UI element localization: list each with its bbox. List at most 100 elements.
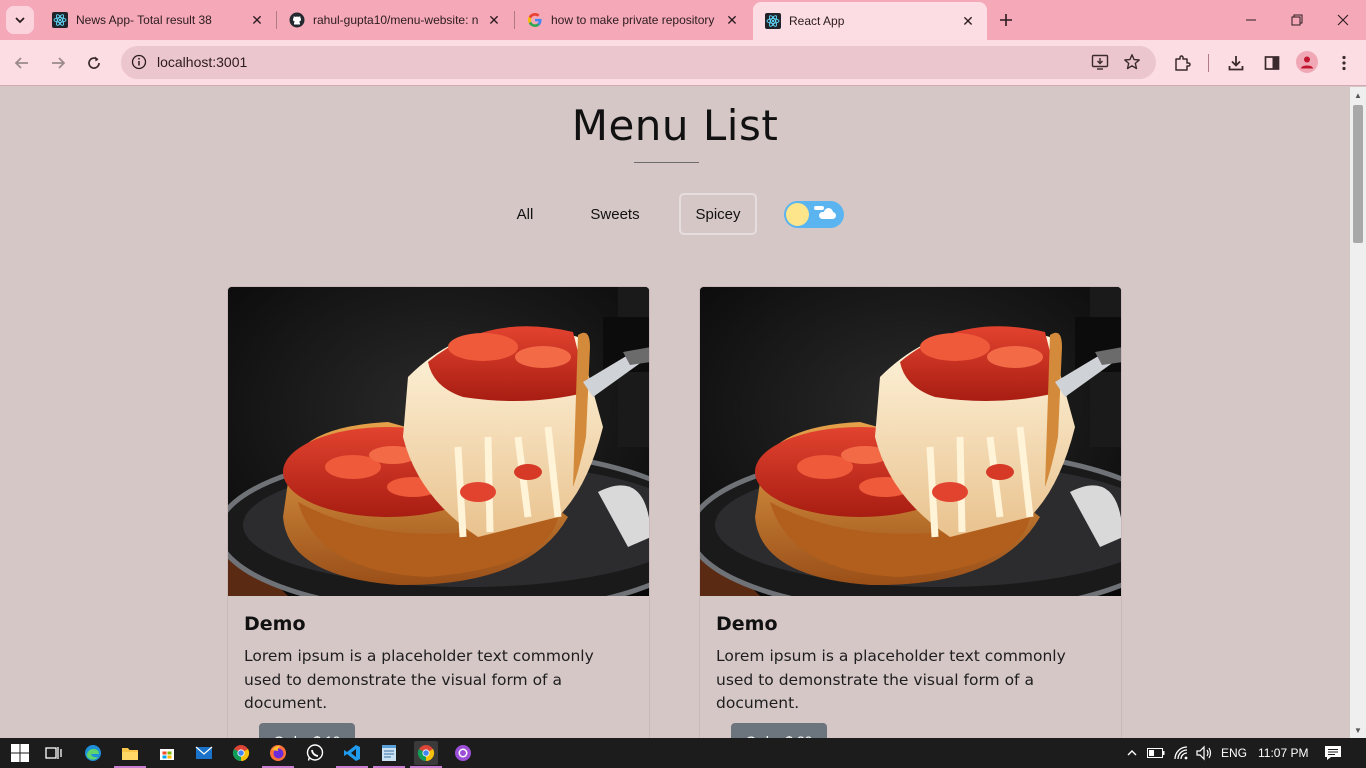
site-info-icon[interactable] (129, 52, 149, 72)
react-icon (765, 13, 781, 29)
address-bar[interactable]: localhost:3001 (121, 46, 1156, 79)
scroll-down-arrow-icon[interactable]: ▼ (1350, 722, 1366, 738)
new-tab-button[interactable] (994, 8, 1018, 32)
reload-icon (88, 56, 100, 69)
order-button[interactable]: Order $ 10 (259, 723, 355, 738)
task-view-button[interactable] (42, 741, 66, 765)
filter-sweets-button[interactable]: Sweets (576, 193, 654, 235)
file-explorer-taskbar-button[interactable] (114, 741, 146, 768)
github-desktop-taskbar-button[interactable] (451, 741, 475, 765)
windows-taskbar: ENG 11:07 PM (0, 738, 1366, 768)
scroll-up-arrow-icon[interactable]: ▲ (1350, 87, 1366, 103)
google-icon (527, 12, 543, 28)
restore-button[interactable] (1274, 0, 1320, 40)
back-button[interactable] (10, 51, 34, 75)
page-title: Menu List (571, 101, 779, 150)
input-language[interactable]: ENG (1221, 746, 1247, 760)
sun-icon (786, 203, 809, 226)
tab-search-button[interactable] (6, 6, 34, 34)
wifi-icon (1174, 746, 1188, 760)
vscode-taskbar-button[interactable] (336, 741, 368, 768)
forward-button[interactable] (46, 51, 70, 75)
card-title: Demo (244, 613, 306, 635)
store-taskbar-button[interactable] (155, 741, 179, 765)
whatsapp-icon (306, 744, 324, 761)
chrome-icon (232, 745, 250, 762)
notepad-icon (382, 745, 396, 761)
network-button[interactable] (1170, 741, 1194, 765)
speaker-icon (1196, 745, 1212, 761)
filter-spicey-button[interactable]: Spicey (679, 193, 757, 235)
reload-button[interactable] (82, 51, 106, 75)
github-desktop-icon (455, 745, 471, 761)
firefox-taskbar-button[interactable] (262, 741, 294, 768)
browser-tab-react-app[interactable]: React App ✕ (753, 2, 987, 40)
order-button[interactable]: Order $ 20 (731, 723, 827, 738)
mail-taskbar-button[interactable] (192, 741, 216, 765)
notification-icon (1325, 746, 1341, 760)
chrome-active-taskbar-button[interactable] (410, 741, 442, 768)
menu-card: Demo Lorem ipsum is a placeholder text c… (227, 286, 650, 738)
mail-icon (195, 746, 213, 759)
kebab-menu-icon (1342, 55, 1346, 71)
pizza-photo (700, 287, 1121, 596)
vscode-icon (344, 745, 360, 761)
action-center-button[interactable] (1321, 741, 1345, 765)
close-tab-icon[interactable]: ✕ (723, 11, 741, 29)
url-text: localhost:3001 (157, 54, 248, 70)
tab-title: how to make private repository (551, 13, 715, 27)
profile-avatar[interactable] (1296, 51, 1318, 73)
card-title: Demo (716, 613, 778, 635)
show-hidden-icons-button[interactable] (1120, 741, 1144, 765)
bookmark-star-icon[interactable] (1121, 51, 1143, 73)
browser-toolbar: localhost:3001 (0, 40, 1366, 86)
volume-button[interactable] (1192, 741, 1216, 765)
restore-icon (1291, 14, 1303, 26)
tab-title: News App- Total result 38 (76, 13, 212, 27)
page-scrollbar[interactable]: ▲ ▼ (1350, 87, 1366, 738)
close-tab-icon[interactable]: ✕ (959, 12, 977, 30)
plus-icon (1000, 14, 1012, 26)
cloud-icon (824, 208, 833, 217)
pizza-photo (228, 287, 649, 596)
arrow-left-icon (14, 57, 28, 69)
install-app-icon[interactable] (1089, 51, 1111, 73)
filter-all-button[interactable]: All (500, 193, 550, 235)
browser-tab-google-search[interactable]: how to make private repository ✕ (515, 4, 751, 36)
close-icon (1337, 14, 1349, 26)
clock-time[interactable]: 11:07 PM (1258, 746, 1308, 760)
edge-taskbar-button[interactable] (81, 741, 105, 765)
start-button[interactable] (8, 741, 32, 765)
side-panel-button[interactable] (1260, 51, 1284, 75)
person-icon (1301, 56, 1313, 69)
battery-button[interactable] (1144, 741, 1168, 765)
browser-tab-news-app[interactable]: News App- Total result 38 ✕ (40, 4, 276, 36)
downloads-button[interactable] (1224, 51, 1248, 75)
chrome-icon (417, 745, 435, 762)
tab-title: React App (789, 14, 845, 28)
folder-icon (122, 748, 138, 760)
card-description: Lorem ipsum is a placeholder text common… (716, 647, 1066, 712)
notepad-taskbar-button[interactable] (373, 741, 405, 768)
close-window-button[interactable] (1320, 0, 1366, 40)
close-tab-icon[interactable]: ✕ (485, 11, 503, 29)
close-tab-icon[interactable]: ✕ (248, 11, 266, 29)
chevron-down-icon (15, 17, 25, 24)
toolbar-divider (1208, 54, 1209, 72)
github-icon (289, 12, 305, 28)
download-icon (1228, 56, 1244, 71)
menu-card: Demo Lorem ipsum is a placeholder text c… (699, 286, 1122, 738)
theme-toggle[interactable] (784, 201, 844, 228)
minimize-button[interactable] (1228, 0, 1274, 40)
battery-icon (1147, 748, 1165, 758)
arrow-right-icon (52, 57, 66, 69)
firefox-icon (270, 745, 286, 761)
whatsapp-taskbar-button[interactable] (303, 741, 327, 765)
extensions-button[interactable] (1170, 51, 1194, 75)
scrollbar-thumb[interactable] (1353, 105, 1363, 243)
browser-tab-github[interactable]: rahul-gupta10/menu-website: n ✕ (277, 4, 513, 36)
browser-menu-button[interactable] (1332, 51, 1356, 75)
browser-tab-strip: News App- Total result 38 ✕ rahul-gupta1… (0, 0, 1366, 40)
chrome-taskbar-button[interactable] (229, 741, 253, 765)
minimize-icon (1246, 19, 1256, 21)
